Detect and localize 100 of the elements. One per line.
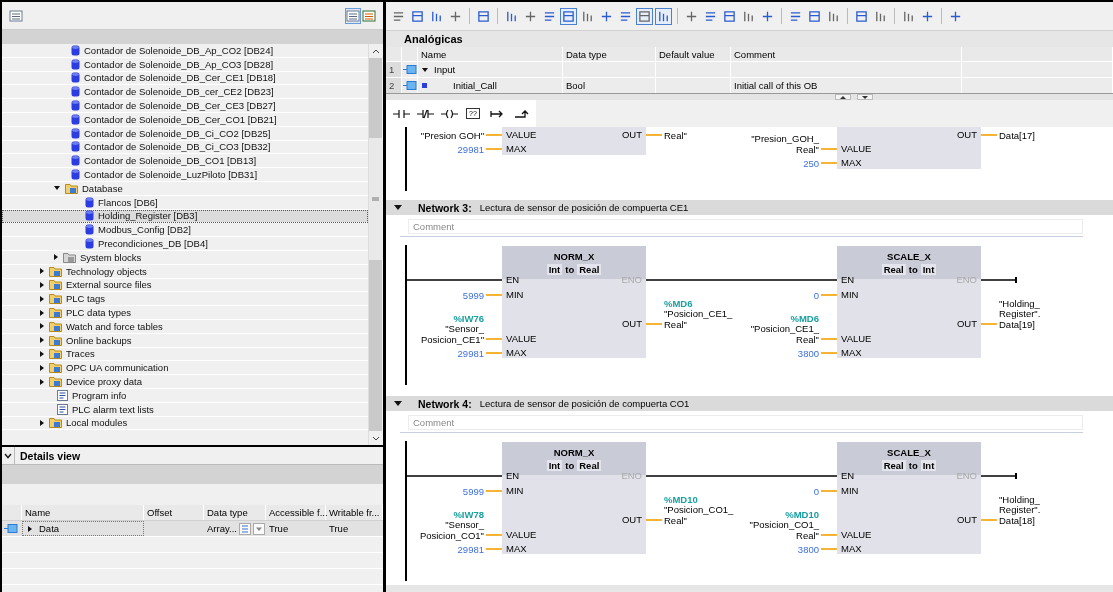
network-header[interactable]: Network 3: Lectura de sensor de posición de compuerta CE1 [386, 200, 1113, 215]
function-block[interactable]: VALUE MAX OUT [502, 127, 646, 155]
tree-item[interactable]: Program info [2, 388, 368, 403]
row-number: 1 [386, 62, 402, 77]
type-label[interactable]: Real [577, 263, 602, 275]
column-header[interactable]: Name [22, 505, 144, 520]
block-title: NORM_X [553, 250, 595, 262]
tree-item[interactable]: Contador de Solenoide_DB_Ap_CO2 [DB24] [2, 44, 368, 58]
network-header[interactable]: Network 4: Lectura de sensor de posición de compuerta CO1 [386, 396, 1113, 411]
pin-label: OUT [621, 318, 642, 330]
row-number: 2 [386, 78, 402, 93]
pin-label: MIN [506, 289, 524, 301]
block-title: Analógicas [386, 31, 1113, 47]
tree-item[interactable]: Flancos [DB6] [2, 195, 368, 210]
pin-label: ENO [956, 274, 977, 286]
tree-item[interactable]: External source files [2, 278, 368, 293]
network-number: Network 4: [418, 397, 472, 410]
network-title[interactable]: Lectura de sensor de posición de compuerta CE1 [479, 202, 689, 213]
pin-label: EN [841, 274, 855, 286]
pin-label: MAX [506, 347, 527, 359]
pin-label: MAX [506, 143, 527, 155]
pin-label: MAX [841, 347, 862, 359]
tag-name: "Presion_GOH_ Real" [751, 134, 819, 155]
table-cell[interactable]: Initial_Call [453, 80, 497, 91]
table-cell-text: True [268, 523, 290, 534]
tag-address: %IW78 [453, 509, 484, 520]
tree-item[interactable]: PLC alarm text lists [2, 402, 368, 417]
tree-item[interactable]: Contador de Solenoide_DB_Ci_CO3 [DB32] [2, 140, 368, 155]
pin-label: EN [506, 274, 520, 286]
table-cell[interactable]: Input [434, 64, 456, 75]
constant-value: 29981 [457, 544, 484, 555]
pin-label: MAX [506, 543, 527, 555]
conversion-word: to [565, 263, 575, 275]
tag-name: "Posicion_CO1_ Real" [664, 505, 734, 526]
pin-label: EN [506, 470, 520, 482]
tag-name: "Posicion_CO1_ Real" [749, 520, 819, 541]
pin-label: MAX [841, 157, 862, 169]
tag-name: "Posicion_CE1_ Real" [664, 309, 733, 330]
type-label[interactable]: Real [577, 459, 602, 471]
tree-item[interactable]: Contador de Solenoide_DB_Cer_CE1 [DB18] [2, 71, 368, 86]
column-header[interactable]: Offset [144, 505, 204, 520]
tag-address: %MD10 [785, 509, 819, 520]
function-block[interactable]: SCALE_X Real to Int EN ENO MIN VALUE MAX OUT [837, 442, 981, 554]
tree-item[interactable]: Technology objects [2, 264, 368, 279]
pin-label: MAX [841, 543, 862, 555]
type-label[interactable]: Real [881, 459, 906, 471]
tree-item[interactable]: System blocks [2, 250, 368, 265]
type-label[interactable]: Int [920, 263, 937, 275]
tree-item[interactable]: Database [2, 181, 368, 196]
type-label[interactable]: Int [546, 459, 563, 471]
function-block[interactable]: NORM_X Int to Real EN ENO MIN VALUE MAX OUT [502, 442, 646, 554]
tag-name: "Holding_ Register". Data[19] [999, 298, 1041, 330]
network-title[interactable]: Lectura de sensor de posición de compuerta CO1 [479, 398, 690, 409]
block-title: NORM_X [553, 446, 595, 458]
tree-item[interactable]: Contador de Solenoide_DB_CO1 [DB13] [2, 154, 368, 169]
table-cell[interactable]: Data [22, 521, 144, 536]
constant-value: 0 [813, 290, 819, 301]
constant-value: 5999 [462, 486, 484, 497]
tag-name: Data[17] [999, 130, 1035, 141]
tag-name: "Presion GOH" [420, 130, 484, 141]
tree-item[interactable]: Device proxy data [2, 375, 368, 389]
tree-item[interactable]: Contador de Solenoide_DB_Cer_CO1 [DB21] [2, 113, 368, 127]
type-label[interactable]: Int [920, 459, 937, 471]
function-block[interactable]: NORM_X Int to Real EN ENO MIN VALUE MAX OUT [502, 246, 646, 358]
tree-item[interactable]: OPC UA communication [2, 361, 368, 376]
function-block[interactable]: VALUE MAX OUT [837, 127, 981, 169]
tree-item[interactable]: Contador de Solenoide_LuzPiloto [DB31] [2, 168, 368, 182]
constant-value: 5999 [462, 290, 484, 301]
table-cell-text: True [328, 523, 350, 534]
pin-label: ENO [621, 274, 642, 286]
tree-item[interactable]: Contador de Solenoide_DB_Ci_CO2 [DB25] [2, 126, 368, 141]
tree-item[interactable]: Local modules [2, 416, 368, 431]
pin-label: OUT [621, 129, 642, 141]
tree-item[interactable]: Modbus_Config [DB2] [2, 223, 368, 238]
panel-title: Details view [20, 449, 81, 462]
type-label[interactable]: Real [881, 263, 906, 275]
tree-item[interactable]: Contador de Solenoide_DB_cer_CE2 [DB23] [2, 85, 368, 100]
table-cell: Array... [207, 523, 237, 534]
tree-item[interactable]: Contador de Solenoide_DB_Ap_CO3 [DB28] [2, 57, 368, 72]
constant-value: 3800 [797, 348, 819, 359]
column-header[interactable]: Data type [204, 505, 266, 520]
comment-field[interactable]: Comment [408, 415, 1083, 430]
tag-name: "Posicion_CE1_ Real" [750, 324, 819, 345]
pin-label: OUT [621, 514, 642, 526]
pin-label: VALUE [506, 333, 537, 345]
column-header[interactable]: Writable fr... [326, 505, 383, 520]
tree-item[interactable]: PLC data types [2, 306, 368, 320]
tag-address: %MD10 [664, 494, 699, 505]
column-header[interactable]: Accessible f... [266, 505, 326, 520]
tree-item[interactable]: Contador de Solenoide_DB_Cer_CE3 [DB27] [2, 99, 368, 113]
tree-item[interactable]: Traces [2, 347, 368, 362]
tree-item[interactable]: Precondiciones_DB [DB4] [2, 237, 368, 251]
type-label[interactable]: Int [546, 263, 563, 275]
constant-value: 29981 [457, 144, 484, 155]
tree-item[interactable]: Watch and force tables [2, 319, 368, 334]
function-block[interactable]: SCALE_X Real to Int EN ENO MIN VALUE MAX OUT [837, 246, 981, 358]
block-title: SCALE_X [887, 446, 931, 458]
tree-item[interactable]: Online backups [2, 333, 368, 348]
comment-field[interactable]: Comment [408, 219, 1083, 234]
tree-item[interactable]: PLC tags [2, 292, 368, 307]
